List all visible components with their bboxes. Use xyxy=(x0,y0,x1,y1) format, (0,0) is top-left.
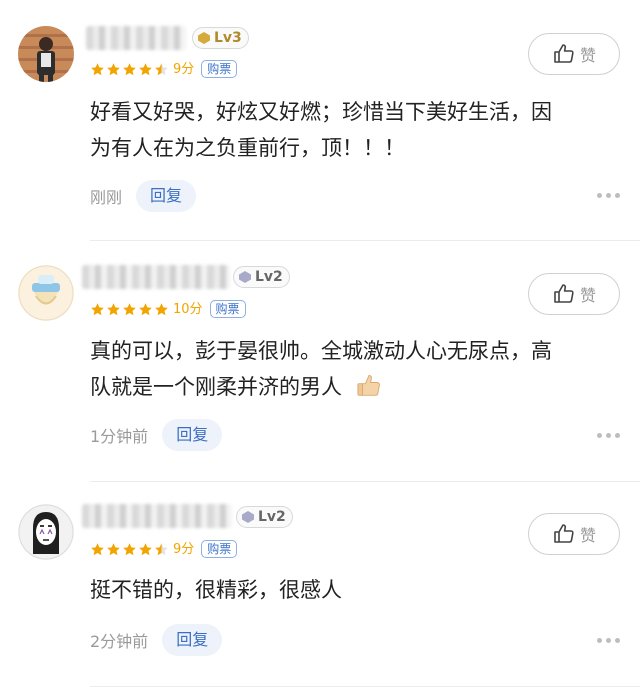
rating-score: 9分 xyxy=(173,61,195,77)
thumbs-up-icon xyxy=(554,524,574,543)
user-level-badge: Lv2 xyxy=(233,266,290,288)
comment-meta: 1分钟前 回复 xyxy=(90,419,223,451)
avatar[interactable] xyxy=(18,26,74,82)
comment-meta: 2分钟前 回复 xyxy=(90,624,223,656)
comment-text: 好看又好哭，好炫又好燃；珍惜当下美好生活，因 为有人在为之负重前行，顶！！！ xyxy=(90,100,552,160)
rating-stars: 9分 购票 xyxy=(90,60,238,78)
username-blurred[interactable] xyxy=(82,265,230,289)
star-full-icon xyxy=(123,542,136,555)
like-button[interactable]: 赞 xyxy=(528,513,620,555)
comment-meta: 刚刚 回复 xyxy=(90,180,197,212)
level-gem-icon xyxy=(242,511,254,523)
star-full-icon xyxy=(107,302,120,315)
star-full-icon xyxy=(139,62,152,75)
thumbs-up-icon xyxy=(554,44,574,63)
rating-score: 10分 xyxy=(173,301,203,317)
thumbs-up-emoji-icon xyxy=(357,375,380,396)
more-dots-icon[interactable] xyxy=(597,193,620,198)
star-half-icon xyxy=(155,542,168,555)
rating-score: 9分 xyxy=(173,541,195,557)
star-half-icon xyxy=(155,62,168,75)
rating-stars: 10分 购票 xyxy=(90,300,246,318)
comment-item: Lv3 9分 购票 赞 好看又好哭，好炫又好燃；珍惜当下美好生活，因 为有人在为… xyxy=(0,0,640,241)
avatar[interactable] xyxy=(18,504,74,560)
like-button[interactable]: 赞 xyxy=(528,33,620,75)
more-dots-icon[interactable] xyxy=(597,433,620,438)
level-gem-icon xyxy=(198,32,210,44)
star-full-icon xyxy=(107,62,120,75)
thumbs-up-icon xyxy=(554,284,574,303)
reply-button[interactable]: 回复 xyxy=(162,419,223,451)
like-button[interactable]: 赞 xyxy=(528,273,620,315)
star-full-icon xyxy=(91,62,104,75)
star-full-icon xyxy=(123,62,136,75)
star-full-icon xyxy=(107,542,120,555)
star-full-icon xyxy=(155,302,168,315)
username-blurred[interactable] xyxy=(86,26,186,50)
star-full-icon xyxy=(139,302,152,315)
comment-item: Lv2 10分 购票 赞 真的可以，彭于晏很帅。全城激动人心无尿点，高 队就是一… xyxy=(0,241,640,482)
comment-time: 2分钟前 xyxy=(90,632,149,651)
ticket-badge: 购票 xyxy=(201,540,238,558)
reply-button[interactable]: 回复 xyxy=(136,180,197,212)
star-full-icon xyxy=(123,302,136,315)
more-dots-icon[interactable] xyxy=(597,638,620,643)
star-full-icon xyxy=(91,542,104,555)
comment-time: 1分钟前 xyxy=(90,427,149,446)
comment-time: 刚刚 xyxy=(90,188,123,207)
comment-text: 真的可以，彭于晏很帅。全城激动人心无尿点，高 队就是一个刚柔并济的男人 xyxy=(90,339,552,399)
username-blurred[interactable] xyxy=(82,504,232,528)
level-gem-icon xyxy=(239,271,251,283)
comment-item: Lv2 9分 购票 赞 挺不错的，很精彩，很感人 2分钟前 回复 xyxy=(0,482,640,687)
star-full-icon xyxy=(91,302,104,315)
user-level-badge: Lv3 xyxy=(192,27,249,49)
rating-stars: 9分 购票 xyxy=(90,540,238,558)
ticket-badge: 购票 xyxy=(201,60,238,78)
reply-button[interactable]: 回复 xyxy=(162,624,223,656)
user-level-badge: Lv2 xyxy=(236,506,293,528)
avatar[interactable] xyxy=(18,265,74,321)
ticket-badge: 购票 xyxy=(209,300,246,318)
star-full-icon xyxy=(139,542,152,555)
comment-text: 挺不错的，很精彩，很感人 xyxy=(90,578,342,602)
